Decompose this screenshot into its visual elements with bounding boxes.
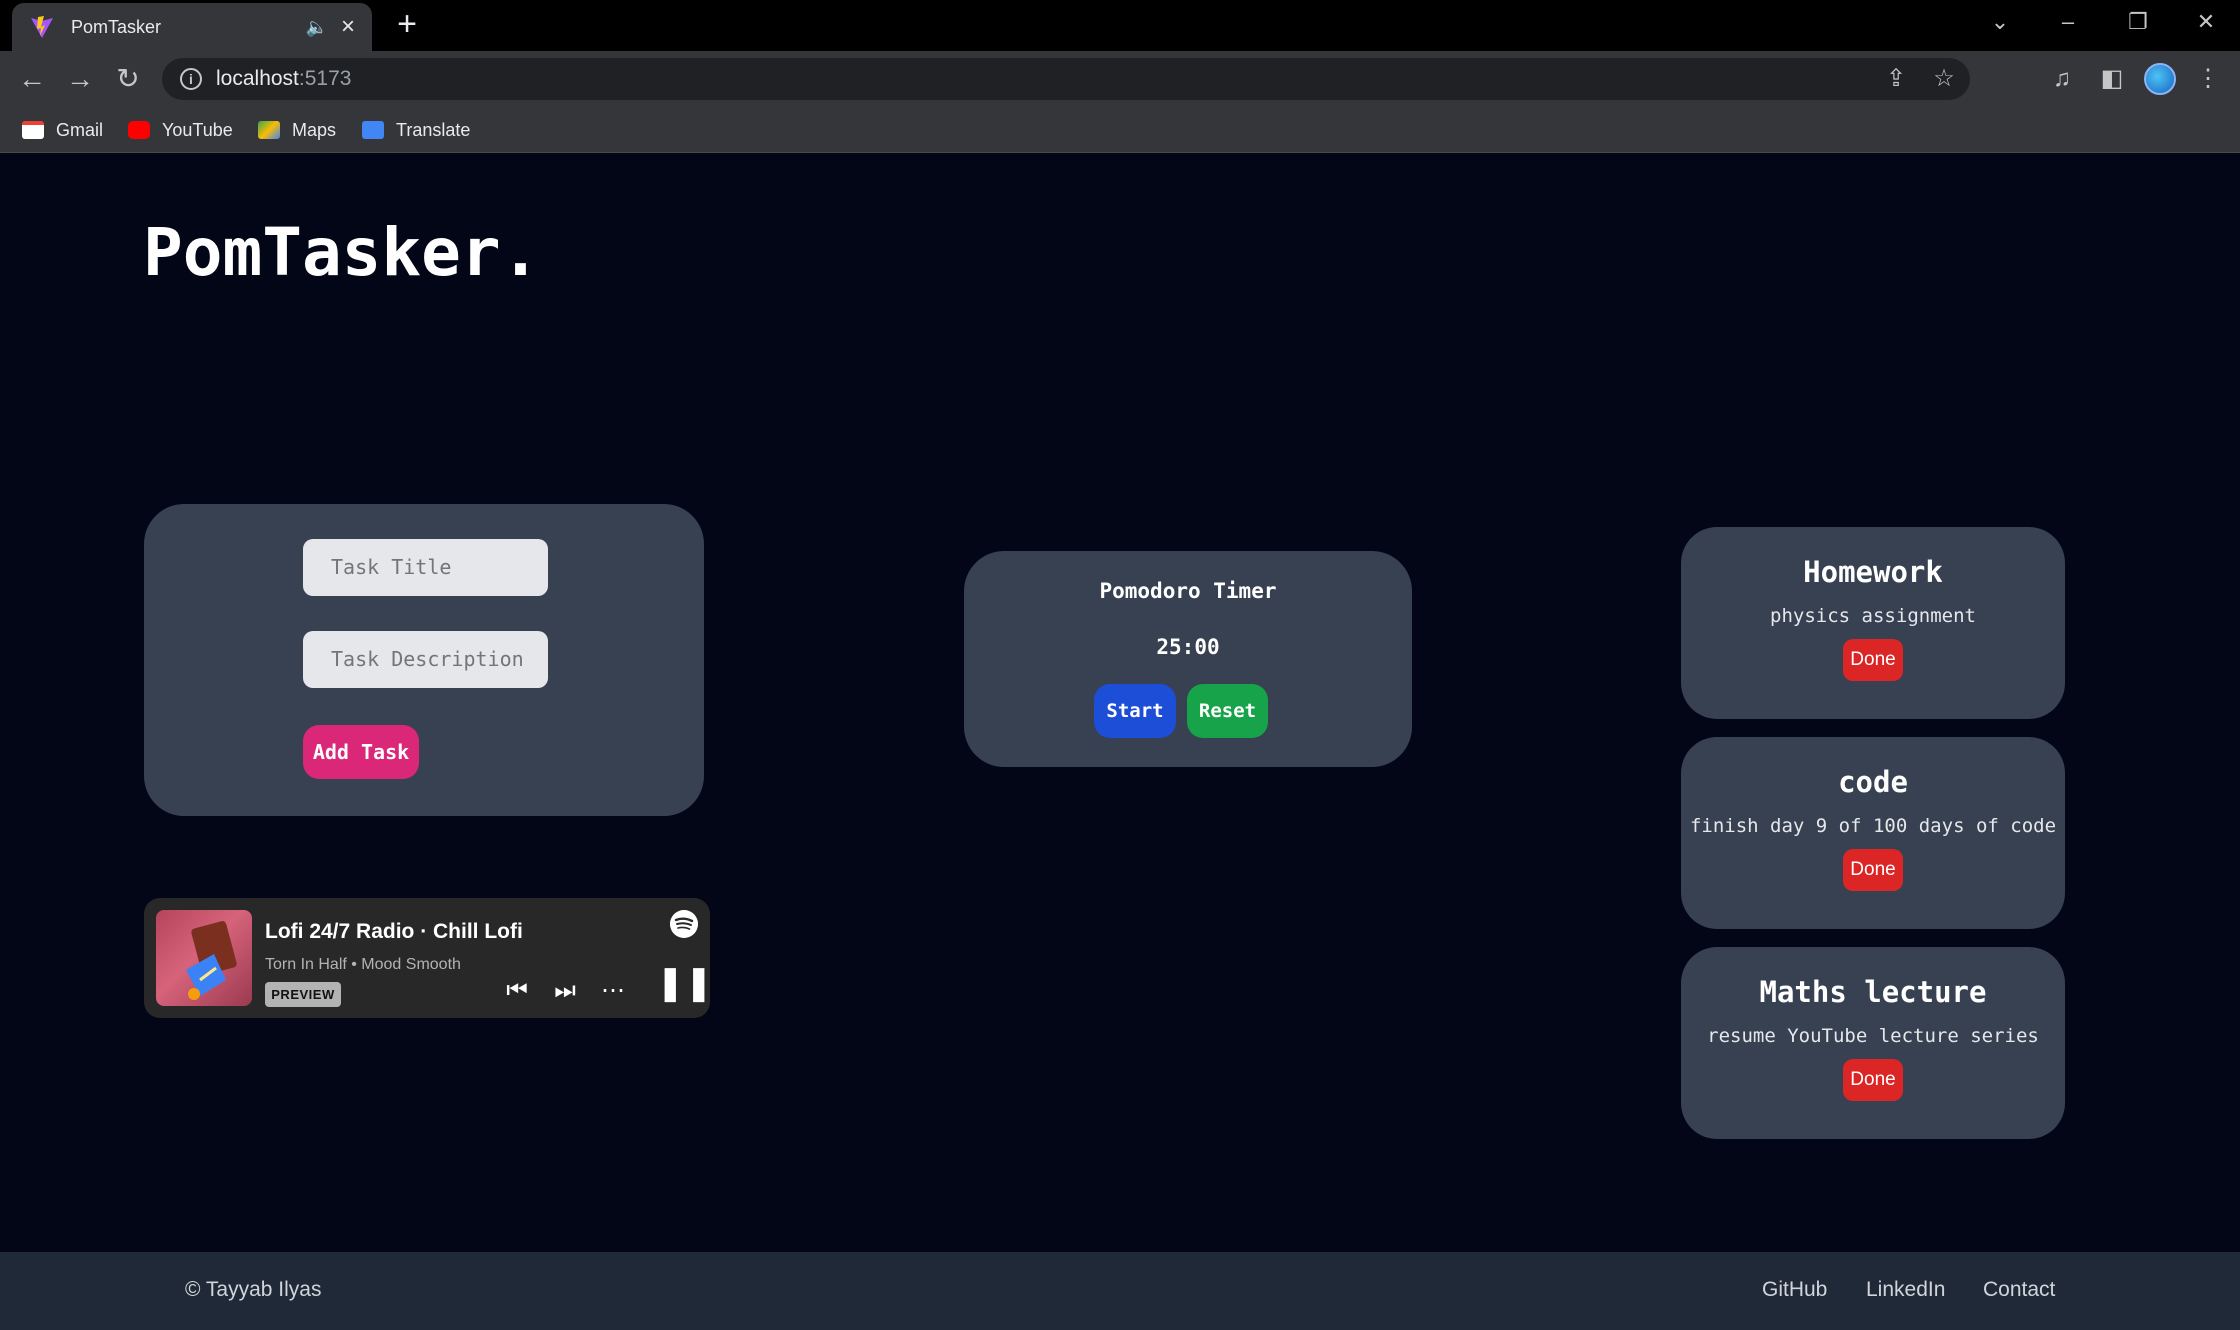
- task-title-input[interactable]: [303, 539, 548, 596]
- timer-title: Pomodoro Timer: [1099, 579, 1277, 603]
- profile-avatar[interactable]: [2144, 63, 2176, 95]
- task-title: Homework: [1803, 555, 1943, 589]
- browser-tab[interactable]: PomTasker 🔈 ×: [12, 3, 372, 51]
- task-card: Homework physics assignment Done: [1681, 527, 2065, 719]
- bookmark-star-icon[interactable]: ☆: [1924, 58, 1964, 100]
- timer-display: 25:00: [1156, 635, 1220, 659]
- task-title: Maths lecture: [1759, 975, 1987, 1009]
- task-description: finish day 9 of 100 days of code: [1689, 815, 2057, 837]
- address-bar[interactable]: i localhost:5173 ⇪ ☆: [162, 58, 1970, 100]
- app-brand: PomTasker.: [143, 214, 541, 291]
- task-form-card: Add Task: [144, 504, 704, 816]
- pomodoro-timer-card: Pomodoro Timer 25:00 Start Reset: [964, 551, 1412, 767]
- url-port: :5173: [298, 67, 352, 90]
- task-title: code: [1838, 765, 1908, 799]
- maps-icon: [258, 121, 280, 139]
- task-description: physics assignment: [1770, 605, 1976, 627]
- new-tab-button[interactable]: +: [390, 7, 424, 42]
- track-artist[interactable]: Torn In Half • Mood Smooth: [265, 956, 461, 974]
- copyright-text: © Tayyab Ilyas: [185, 1278, 322, 1301]
- bookmark-translate[interactable]: Translate: [362, 116, 470, 144]
- menu-icon[interactable]: ⋮: [2190, 61, 2226, 97]
- spotify-player: Lofi 24/7 Radio · Chill Lofi Torn In Hal…: [144, 898, 713, 1018]
- task-description: resume YouTube lecture series: [1707, 1025, 2039, 1047]
- next-track-icon[interactable]: ⏭: [548, 974, 582, 1008]
- footer-link-contact[interactable]: Contact: [1983, 1278, 2055, 1302]
- spotify-logo-icon[interactable]: [670, 910, 698, 938]
- media-control-icon[interactable]: ♫: [2044, 61, 2080, 97]
- bookmark-gmail[interactable]: Gmail: [22, 116, 103, 144]
- youtube-icon: [128, 121, 150, 139]
- page-footer: © Tayyab Ilyas GitHub LinkedIn Contact: [0, 1252, 2240, 1330]
- done-button[interactable]: Done: [1843, 849, 1903, 891]
- bookmark-label: Gmail: [56, 119, 104, 140]
- previous-track-icon[interactable]: ⏮: [500, 974, 534, 1008]
- back-icon[interactable]: ←: [14, 61, 50, 97]
- album-art[interactable]: [156, 910, 252, 1006]
- forward-icon[interactable]: →: [62, 61, 98, 97]
- reload-icon[interactable]: ↻: [110, 61, 146, 97]
- more-options-icon[interactable]: ⋯: [596, 974, 630, 1008]
- browser-toolbar: ← → ↻ i localhost:5173 ⇪ ☆ ♫ ◧ ⋮: [0, 51, 2240, 107]
- album-art-illustration: [186, 921, 237, 1000]
- bookmarks-bar: Gmail YouTube Maps Translate: [0, 107, 2240, 153]
- done-button[interactable]: Done: [1843, 1059, 1903, 1101]
- gmail-icon: [22, 121, 44, 139]
- task-card: Maths lecture resume YouTube lecture ser…: [1681, 947, 2065, 1139]
- restore-icon[interactable]: ❐: [2118, 6, 2158, 38]
- start-button[interactable]: Start: [1094, 684, 1176, 738]
- site-info-icon[interactable]: i: [180, 68, 202, 90]
- translate-icon: [362, 121, 384, 139]
- window-close-icon[interactable]: ✕: [2186, 6, 2226, 38]
- tab-close-icon[interactable]: ×: [330, 13, 366, 41]
- bookmark-maps[interactable]: Maps: [258, 116, 336, 144]
- browser-tab-bar: PomTasker 🔈 × + ⌄ – ❐ ✕: [0, 0, 2240, 51]
- bookmark-label: Translate: [396, 119, 471, 140]
- vite-logo-icon: [31, 16, 53, 38]
- share-icon[interactable]: ⇪: [1876, 58, 1916, 100]
- tab-search-icon[interactable]: ⌄: [1980, 6, 2020, 38]
- footer-link-github[interactable]: GitHub: [1762, 1278, 1827, 1302]
- add-task-button[interactable]: Add Task: [303, 725, 419, 779]
- minimize-icon[interactable]: –: [2048, 6, 2088, 38]
- url-host: localhost: [216, 67, 299, 90]
- pause-icon[interactable]: ❚❚: [656, 966, 713, 1000]
- tab-title: PomTasker: [71, 16, 162, 37]
- bookmark-youtube[interactable]: YouTube: [128, 116, 233, 144]
- track-title[interactable]: Lofi 24/7 Radio · Chill Lofi: [265, 920, 523, 944]
- app-page: PomTasker. Add Task Pomodoro Timer 25:00…: [0, 154, 2240, 1252]
- footer-link-linkedin[interactable]: LinkedIn: [1866, 1278, 1945, 1302]
- bookmark-label: YouTube: [162, 119, 233, 140]
- task-card: code finish day 9 of 100 days of code Do…: [1681, 737, 2065, 929]
- tab-audio-icon[interactable]: 🔈: [304, 17, 330, 38]
- preview-badge: PREVIEW: [265, 982, 341, 1007]
- done-button[interactable]: Done: [1843, 639, 1903, 681]
- task-description-input[interactable]: [303, 631, 548, 688]
- reset-button[interactable]: Reset: [1187, 684, 1268, 738]
- side-panel-icon[interactable]: ◧: [2094, 61, 2130, 97]
- bookmark-label: Maps: [292, 119, 337, 140]
